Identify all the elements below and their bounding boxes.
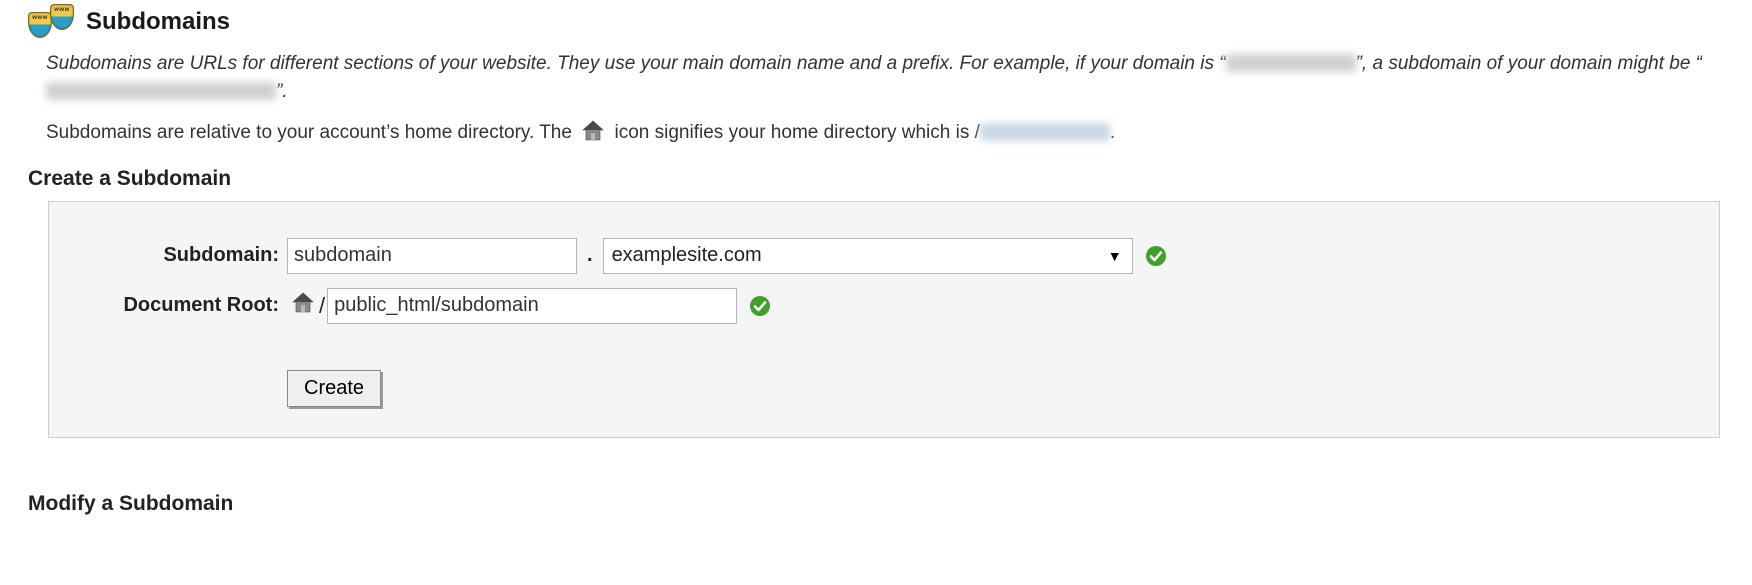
dot-separator: .: [577, 244, 603, 267]
home-icon: [581, 120, 605, 151]
intro-description: Subdomains are URLs for different sectio…: [46, 50, 1724, 105]
create-button[interactable]: Create: [287, 370, 381, 407]
redacted-homepath: [980, 123, 1110, 141]
check-icon: [749, 295, 771, 317]
redacted-domain: [1226, 54, 1356, 72]
path-slash: /: [319, 293, 327, 319]
check-icon: [1145, 245, 1167, 267]
chevron-down-icon: ▼: [1108, 248, 1122, 264]
document-root-input[interactable]: [327, 288, 737, 324]
subdomain-input[interactable]: [287, 238, 577, 274]
create-section-title: Create a Subdomain: [28, 167, 1724, 191]
redacted-subdomain: [46, 82, 276, 100]
intro-homedir: Subdomains are relative to your account’…: [46, 119, 1724, 151]
domain-select-value: examplesite.com: [612, 244, 762, 267]
page-title: Subdomains: [86, 8, 230, 36]
docroot-label: Document Root:: [79, 294, 287, 317]
subdomains-icon: www www: [28, 8, 76, 36]
home-icon: [291, 292, 315, 319]
modify-section-title: Modify a Subdomain: [28, 492, 1724, 516]
subdomain-label: Subdomain:: [79, 244, 287, 267]
create-subdomain-panel: Subdomain: . examplesite.com ▼ Document …: [48, 201, 1720, 438]
domain-select[interactable]: examplesite.com ▼: [603, 238, 1133, 274]
